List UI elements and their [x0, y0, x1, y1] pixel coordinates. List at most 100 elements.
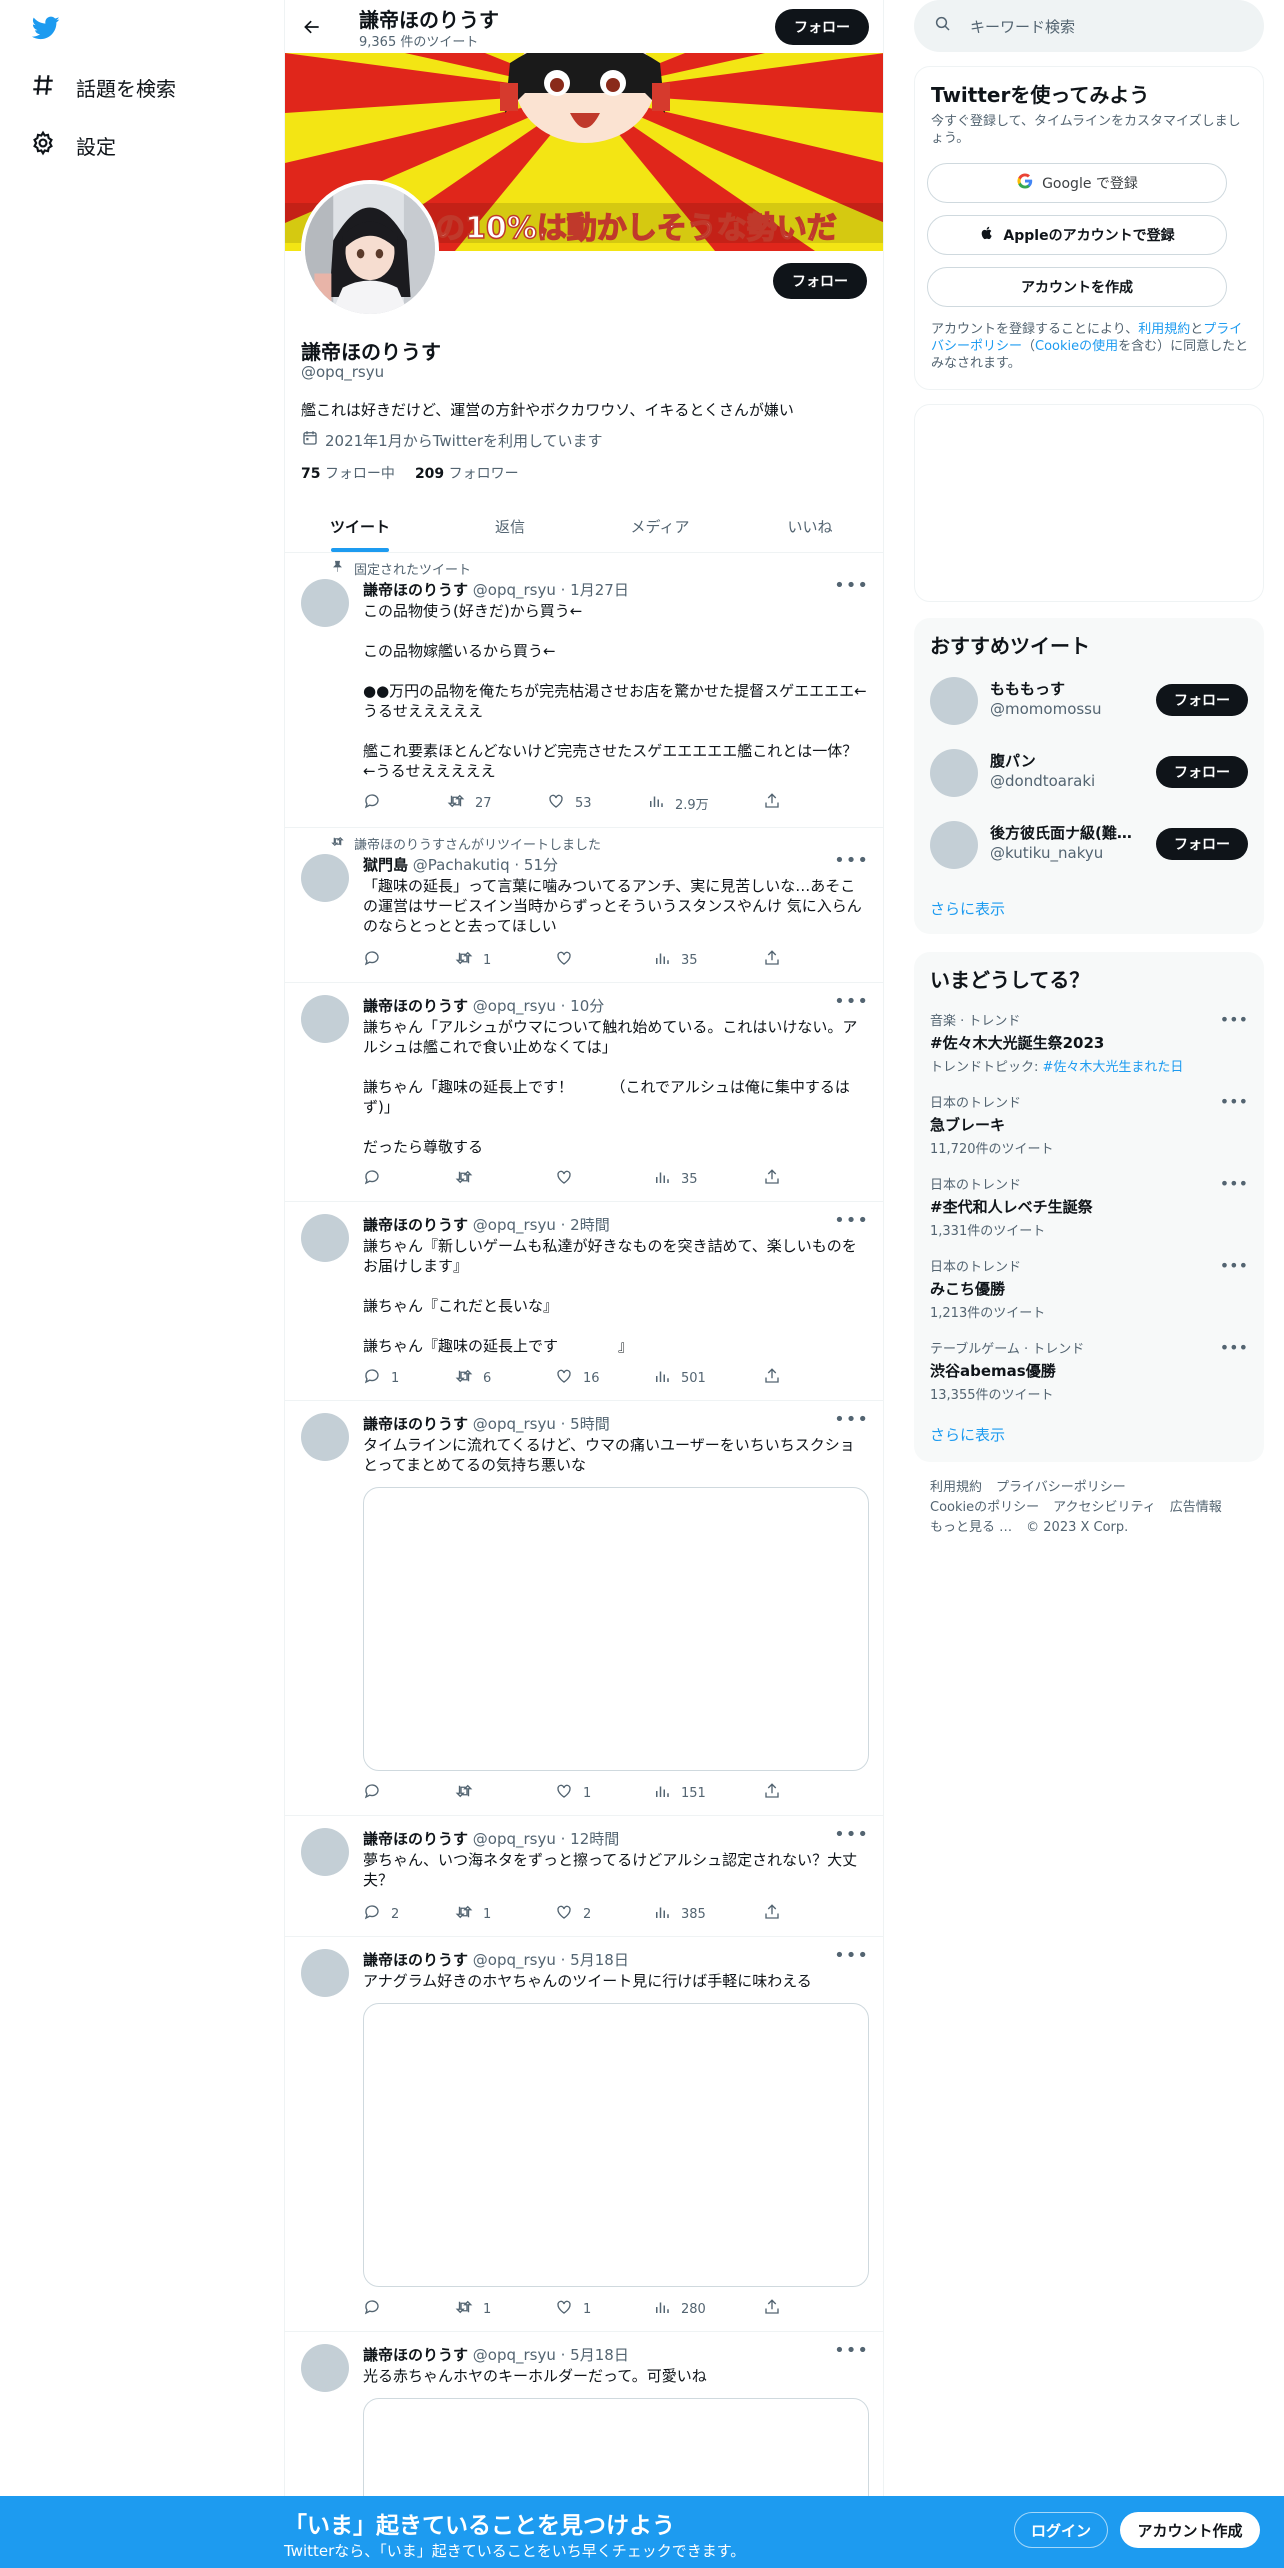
- tweet-author-name[interactable]: 謙帝ほのりうす: [363, 1415, 468, 1433]
- twitter-logo-icon[interactable]: [30, 14, 62, 42]
- tweet-item[interactable]: 謙帝ほのりうす @opq_rsyu · 10分 ••• 謙ちゃん「アルシュがウマ…: [285, 983, 883, 1202]
- retweet-button[interactable]: [455, 1169, 483, 1189]
- trend-item[interactable]: テーブルゲーム · トレンド 渋谷abemas優勝 13,355件のツイート •…: [930, 1338, 1248, 1403]
- tab-replies[interactable]: 返信: [435, 500, 585, 552]
- avatar[interactable]: [930, 677, 978, 725]
- footer-terms-link[interactable]: 利用規約: [930, 1480, 982, 1495]
- header-follow-button[interactable]: フォロー: [775, 9, 869, 45]
- views-button[interactable]: 35: [653, 1169, 698, 1189]
- tab-media[interactable]: メディア: [585, 500, 735, 552]
- tweet-item[interactable]: 謙帝ほのりうす @opq_rsyu · 2時間 ••• 謙ちゃん『新しいゲームも…: [285, 1202, 883, 1401]
- tweet-item[interactable]: 謙帝ほのりうすさんがリツイートしました 獄門島 @Pachakutiq · 51…: [285, 828, 883, 983]
- cookie-link[interactable]: Cookieの使用: [1035, 339, 1118, 354]
- tweet-item[interactable]: 固定されたツイート 謙帝ほのりうす @opq_rsyu · 1月27日 ••• …: [285, 553, 883, 828]
- trend-item[interactable]: 日本のトレンド みこち優勝 1,213件のツイート •••: [930, 1256, 1248, 1321]
- like-button[interactable]: [555, 950, 583, 970]
- share-button[interactable]: [763, 1904, 781, 1924]
- more-icon[interactable]: •••: [834, 991, 869, 1012]
- profile-follow-button[interactable]: フォロー: [773, 263, 867, 299]
- views-button[interactable]: 35: [653, 950, 698, 970]
- tweet-item[interactable]: 謙帝ほのりうす @opq_rsyu · 5時間 ••• タイムラインに流れてくる…: [285, 1401, 883, 1816]
- retweet-button[interactable]: 1: [455, 1904, 491, 1924]
- avatar[interactable]: [301, 995, 349, 1043]
- tweet-media[interactable]: [363, 2003, 869, 2287]
- views-button[interactable]: 151: [653, 1783, 706, 1803]
- avatar[interactable]: [301, 579, 349, 627]
- avatar[interactable]: [301, 2344, 349, 2392]
- tweet-author-name[interactable]: 謙帝ほのりうす: [363, 997, 468, 1015]
- more-icon[interactable]: •••: [1220, 1092, 1248, 1111]
- tweet-author-name[interactable]: 謙帝ほのりうす: [363, 1951, 468, 1969]
- more-icon[interactable]: •••: [834, 1210, 869, 1231]
- followers-link[interactable]: 209 フォロワー: [415, 463, 519, 483]
- tweet-author-name[interactable]: 獄門島: [363, 856, 408, 874]
- tweet-item[interactable]: 謙帝ほのりうす @opq_rsyu · 12時間 ••• 夢ちゃん、いつ海ネタを…: [285, 1816, 883, 1937]
- views-button[interactable]: 2.9万: [647, 793, 709, 813]
- more-icon[interactable]: •••: [834, 1945, 869, 1966]
- avatar[interactable]: [301, 1214, 349, 1262]
- share-button[interactable]: [763, 1169, 781, 1189]
- recommend-user[interactable]: もももっす @momomossu フォロー: [930, 674, 1248, 728]
- profile-avatar[interactable]: [301, 180, 439, 318]
- avatar[interactable]: [301, 1949, 349, 1997]
- footer-privacy-link[interactable]: プライバシーポリシー: [996, 1480, 1126, 1495]
- nav-explore[interactable]: 話題を検索: [30, 72, 176, 103]
- avatar[interactable]: [301, 1413, 349, 1461]
- more-icon[interactable]: •••: [1220, 1338, 1248, 1357]
- following-link[interactable]: 75 フォロー中: [301, 463, 395, 483]
- login-button[interactable]: ログイン: [1014, 2512, 1108, 2548]
- terms-link[interactable]: 利用規約: [1138, 322, 1190, 337]
- share-button[interactable]: [763, 950, 781, 970]
- google-signup-button[interactable]: Google で登録: [927, 163, 1227, 203]
- like-button[interactable]: 1: [555, 2299, 591, 2319]
- tweet-media[interactable]: [363, 1487, 869, 1771]
- more-icon[interactable]: •••: [834, 2340, 869, 2361]
- tweet-author-name[interactable]: 謙帝ほのりうす: [363, 2346, 468, 2364]
- recommend-follow-button[interactable]: フォロー: [1156, 828, 1248, 860]
- recommend-user-name[interactable]: 腹パン: [990, 750, 1140, 771]
- trend-topic-link[interactable]: #佐々木大光生まれた日: [1043, 1060, 1184, 1075]
- share-button[interactable]: [763, 2299, 781, 2319]
- recommend-user[interactable]: 後方彼氏面ナ級(難易… @kutiku_nakyu フォロー: [930, 818, 1248, 872]
- trends-show-more[interactable]: さらに表示: [930, 1424, 1005, 1445]
- views-button[interactable]: 501: [653, 1368, 706, 1388]
- share-button[interactable]: [763, 1783, 781, 1803]
- avatar[interactable]: [301, 1828, 349, 1876]
- footer-more-link[interactable]: もっと見る …: [930, 1520, 1012, 1535]
- tweet-author-name[interactable]: 謙帝ほのりうす: [363, 581, 468, 599]
- reply-button[interactable]: [363, 793, 391, 813]
- reply-button[interactable]: [363, 2299, 391, 2319]
- reply-button[interactable]: [363, 1169, 391, 1189]
- retweet-button[interactable]: 6: [455, 1368, 491, 1388]
- reply-button[interactable]: [363, 1783, 391, 1803]
- reply-button[interactable]: 1: [363, 1368, 399, 1388]
- reply-button[interactable]: [363, 950, 391, 970]
- like-button[interactable]: 2: [555, 1904, 591, 1924]
- trend-item[interactable]: 日本のトレンド #杢代和人レベチ生誕祭 1,331件のツイート •••: [930, 1174, 1248, 1239]
- apple-signup-button[interactable]: Appleのアカウントで登録: [927, 215, 1227, 255]
- reply-button[interactable]: 2: [363, 1904, 399, 1924]
- more-icon[interactable]: •••: [834, 1824, 869, 1845]
- tweet-item[interactable]: 謙帝ほのりうす @opq_rsyu · 5月18日 ••• アナグラム好きのホヤ…: [285, 1937, 883, 2332]
- recommend-user-name[interactable]: もももっす: [990, 678, 1140, 699]
- more-icon[interactable]: •••: [1220, 1256, 1248, 1275]
- tweet-author-name[interactable]: 謙帝ほのりうす: [363, 1216, 468, 1234]
- tweet-author-name[interactable]: 謙帝ほのりうす: [363, 1830, 468, 1848]
- footer-ads-link[interactable]: 広告情報: [1170, 1500, 1222, 1515]
- nav-settings[interactable]: 設定: [30, 130, 116, 161]
- share-button[interactable]: [763, 793, 781, 813]
- more-icon[interactable]: •••: [834, 575, 869, 596]
- like-button[interactable]: 16: [555, 1368, 600, 1388]
- recommend-user-name[interactable]: 後方彼氏面ナ級(難易…: [990, 822, 1140, 843]
- trend-item[interactable]: 日本のトレンド 急ブレーキ 11,720件のツイート •••: [930, 1092, 1248, 1157]
- recommend-show-more[interactable]: さらに表示: [930, 898, 1005, 919]
- trend-item[interactable]: 音楽 · トレンド #佐々木大光誕生祭2023 トレンドトピック: #佐々木大光…: [930, 1010, 1248, 1075]
- tab-tweets[interactable]: ツイート: [285, 500, 435, 552]
- search-input[interactable]: キーワード検索: [970, 16, 1075, 37]
- more-icon[interactable]: •••: [1220, 1010, 1248, 1029]
- like-button[interactable]: 53: [547, 793, 592, 813]
- avatar[interactable]: [301, 854, 349, 902]
- recommend-user[interactable]: 腹パン @dondtoaraki フォロー: [930, 746, 1248, 800]
- tab-likes[interactable]: いいね: [735, 500, 883, 552]
- more-icon[interactable]: •••: [834, 850, 869, 871]
